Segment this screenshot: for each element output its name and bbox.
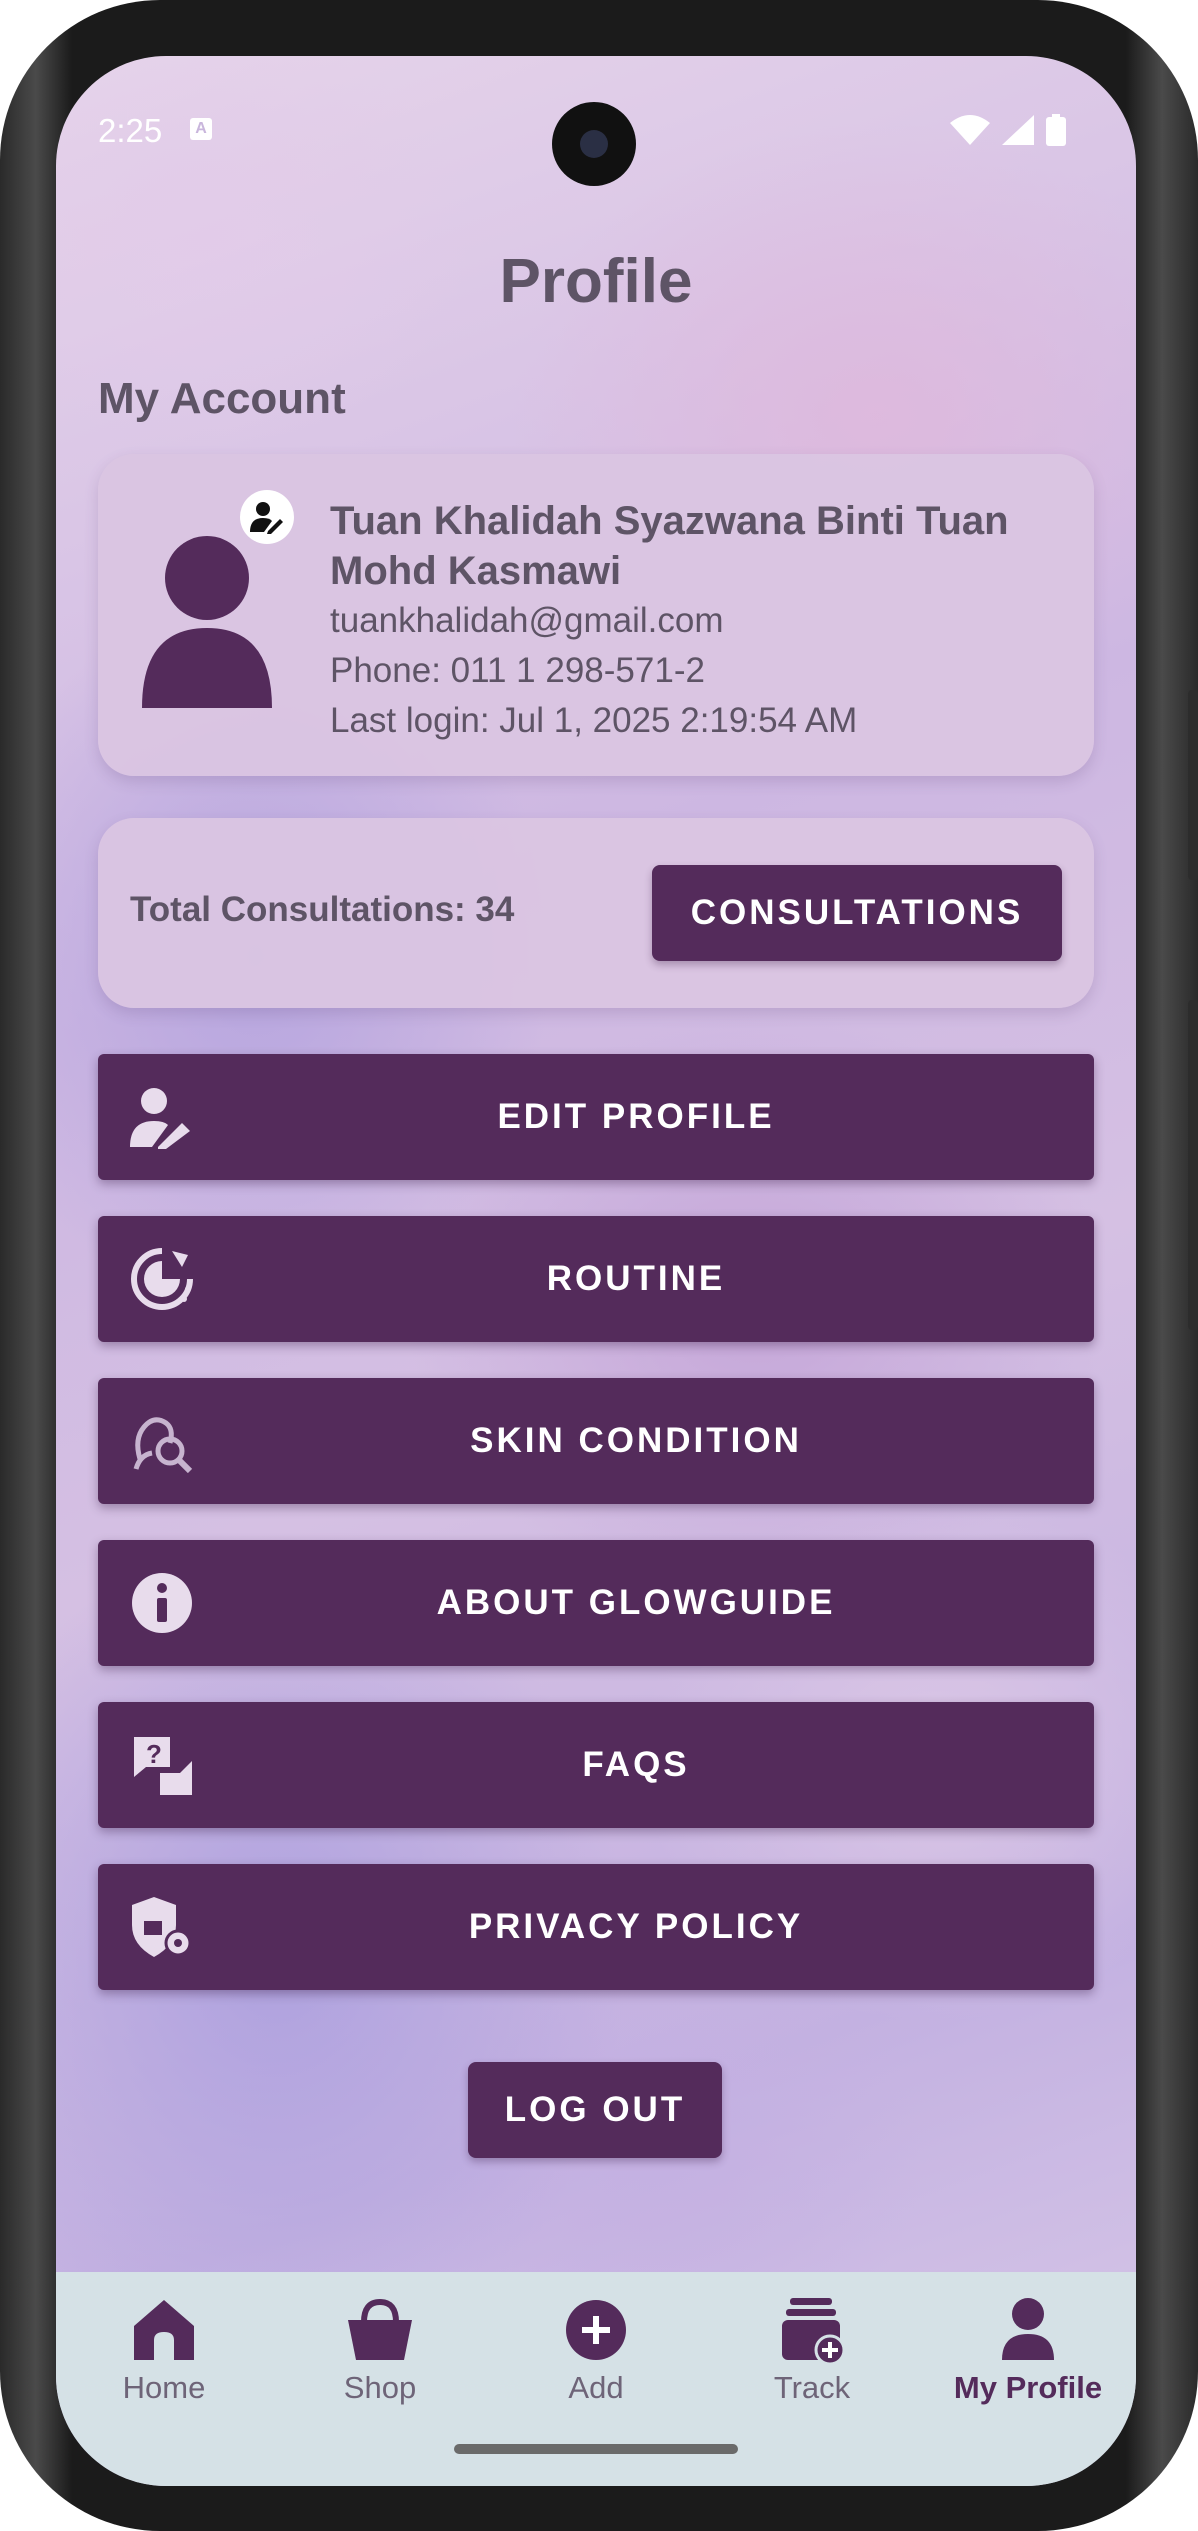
account-info: Tuan Khalidah Syazwana Binti Tuan Mohd K… [330,496,1060,746]
status-icons [950,114,1066,146]
consultations-card: Total Consultations: 34 CONSULTATIONS [98,818,1094,1008]
section-title-my-account: My Account [98,374,346,423]
skin-condition-button[interactable]: SKIN CONDITION [98,1378,1094,1504]
nav-my-profile-label: My Profile [953,2370,1103,2405]
user-name: Tuan Khalidah Syazwana Binti Tuan Mohd K… [330,499,1009,593]
front-camera [552,102,636,186]
track-stack-icon [782,2298,846,2366]
nav-shop[interactable]: Shop [272,2294,488,2434]
phone-frame: 2:25 A Profile My Account Tuan Khalidah … [0,0,1198,2531]
edit-profile-label: EDIT PROFILE [497,1097,775,1136]
consultations-button[interactable]: CONSULTATIONS [652,865,1062,961]
nav-shop-label: Shop [343,2370,417,2405]
nav-add[interactable]: Add [488,2294,704,2434]
logout-button[interactable]: LOG OUT [468,2062,722,2158]
gesture-home-bar[interactable] [454,2444,738,2454]
volume-button [1188,690,1198,880]
routine-label: ROUTINE [546,1259,726,1298]
status-time: 2:25 [98,112,163,149]
battery-icon [1046,114,1066,146]
edit-avatar-icon[interactable] [240,490,294,544]
privacy-policy-label: PRIVACY POLICY [468,1907,804,1946]
total-consultations: Total Consultations: 34 [130,890,515,929]
skin-condition-label: SKIN CONDITION [470,1421,802,1460]
user-phone: Phone: 011 1 298-571-2 [330,651,705,690]
signal-icon [1002,115,1034,145]
add-circle-icon [566,2300,626,2360]
edit-profile-button[interactable]: EDIT PROFILE [98,1054,1094,1180]
shop-basket-icon [348,2298,412,2360]
nav-home-label: Home [122,2370,206,2405]
nav-home[interactable]: Home [56,2294,272,2434]
faqs-label: FAQS [582,1745,690,1784]
page-title: Profile [499,247,693,316]
screen: 2:25 A Profile My Account Tuan Khalidah … [56,56,1136,2486]
about-glowguide-label: ABOUT GLOWGUIDE [436,1583,836,1622]
user-email: tuankhalidah@gmail.com [330,601,724,640]
privacy-policy-button[interactable]: PRIVACY POLICY [98,1864,1094,1990]
about-glowguide-button[interactable]: ABOUT GLOWGUIDE [98,1540,1094,1666]
home-icon [134,2300,194,2360]
nav-add-label: Add [568,2370,624,2405]
power-button [1188,1000,1198,1330]
last-login: Last login: Jul 1, 2025 2:19:54 AM [330,701,858,740]
faqs-button[interactable]: ? FAQS [98,1702,1094,1828]
nav-my-profile[interactable]: My Profile [920,2294,1136,2434]
account-card: Tuan Khalidah Syazwana Binti Tuan Mohd K… [98,454,1094,776]
nav-track-label: Track [773,2370,851,2405]
wifi-icon [950,115,990,145]
avatar-icon [142,536,272,708]
profile-icon [1002,2298,1054,2360]
notification-icon: A [190,118,212,140]
nav-track[interactable]: Track [704,2294,920,2434]
routine-button[interactable]: ROUTINE [98,1216,1094,1342]
